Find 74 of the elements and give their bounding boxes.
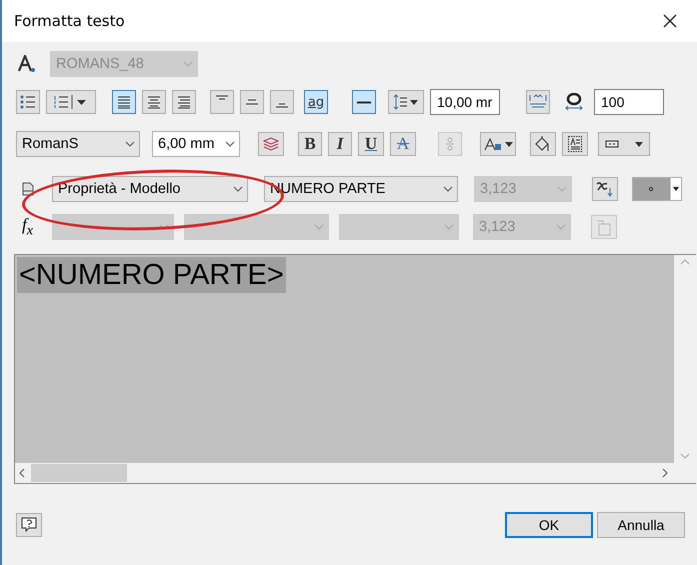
color-dropdown[interactable] <box>632 177 682 201</box>
window-title: Formatta testo <box>14 12 125 30</box>
scroll-up-icon <box>680 259 690 265</box>
close-icon <box>663 14 677 28</box>
font-dropdown[interactable]: RomanS <box>16 131 140 157</box>
scroll-right-icon <box>662 468 668 478</box>
align-top-icon <box>216 95 228 101</box>
scroll-left-icon <box>19 468 25 478</box>
line-icon <box>357 100 371 104</box>
parameter-type-dropdown[interactable]: Proprietà - Modello <box>52 176 248 202</box>
valign-top-button[interactable] <box>210 90 234 114</box>
line-spacing-field[interactable]: 10,00 mr <box>430 89 500 115</box>
fraction-icon <box>445 136 455 152</box>
numbered-list-icon <box>54 95 88 109</box>
case-button[interactable] <box>480 132 516 156</box>
valign-middle-button[interactable] <box>240 90 264 114</box>
bold-button[interactable]: B <box>298 132 322 156</box>
chevron-icon <box>183 61 193 67</box>
case-icon <box>483 136 513 152</box>
text-size-dropdown[interactable]: 6,00 mm <box>152 131 240 157</box>
layers-button[interactable] <box>258 132 284 156</box>
cancel-button[interactable]: Annulla <box>597 512 685 538</box>
width-factor-field[interactable]: 100 <box>594 89 664 115</box>
strikethrough-button[interactable]: A <box>390 132 416 156</box>
align-center-button[interactable] <box>142 90 166 114</box>
chevron-icon <box>314 224 324 230</box>
align-right-icon <box>178 96 190 108</box>
fill-button[interactable] <box>530 132 556 156</box>
bullet-list-icon <box>20 95 36 109</box>
text-frame-icon <box>568 136 582 152</box>
align-bottom-icon <box>276 103 288 109</box>
clipboard-icon <box>596 218 612 236</box>
spacing-button[interactable] <box>388 90 424 114</box>
align-left-icon <box>118 96 130 108</box>
numbering-button[interactable] <box>46 90 96 114</box>
chevron-icon <box>225 141 235 147</box>
align-center-icon <box>148 96 160 108</box>
stretch-icon <box>529 94 547 110</box>
underline-button[interactable]: U <box>358 132 384 156</box>
scrollbar-thumb[interactable] <box>31 464 127 482</box>
help-icon <box>21 517 37 533</box>
chevron-icon <box>125 141 135 147</box>
scroll-down-icon <box>680 453 690 459</box>
align-left-button[interactable] <box>112 90 136 114</box>
text-mode-button[interactable]: ag <box>304 90 328 114</box>
chevron-icon <box>444 224 454 230</box>
function-dropdown[interactable] <box>184 214 329 240</box>
help-button[interactable] <box>16 513 42 537</box>
valign-bottom-button[interactable] <box>270 90 294 114</box>
symbol-button[interactable] <box>598 132 650 156</box>
variable-icon <box>595 180 615 198</box>
function-dropdown[interactable] <box>52 214 174 240</box>
editor-text: <NUMERO PARTE> <box>17 257 286 293</box>
bullets-button[interactable] <box>16 90 40 114</box>
insert-parameter-button[interactable] <box>592 177 618 201</box>
function-label: f$_{x}$ <box>22 214 34 240</box>
line-spacing-icon <box>393 94 419 110</box>
chevron-icon <box>443 186 453 192</box>
chevron-icon <box>557 186 567 192</box>
italic-button[interactable]: I <box>328 132 352 156</box>
chevron-icon <box>556 224 566 230</box>
document-icon <box>22 182 34 196</box>
line-button[interactable] <box>352 90 376 114</box>
stretch-button[interactable] <box>526 90 550 114</box>
text-editor[interactable]: <NUMERO PARTE> <box>15 255 674 463</box>
chevron-icon <box>233 186 243 192</box>
align-middle-icon <box>246 99 258 105</box>
width-factor-icon <box>564 93 584 111</box>
ok-button[interactable]: OK <box>505 512 593 538</box>
align-right-button[interactable] <box>172 90 196 114</box>
frame-button[interactable] <box>562 132 588 156</box>
symbol-dropdown-icon <box>605 139 643 149</box>
text-style-icon <box>18 55 36 73</box>
layers-icon <box>263 137 279 151</box>
